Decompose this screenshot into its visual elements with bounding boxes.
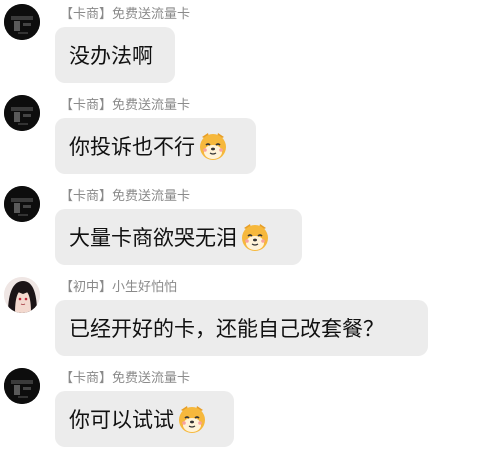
message-text: 你投诉也不行	[69, 135, 195, 159]
dog-face-emoji-icon	[197, 130, 229, 162]
sender-name: 【卡商】免费送流量卡	[60, 189, 191, 204]
chat-message: 【卡商】免费送流量卡 没办法啊	[0, 4, 499, 95]
dark-avatar-icon[interactable]	[4, 4, 40, 40]
dark-avatar-icon[interactable]	[4, 368, 40, 404]
sender-name: 【卡商】免费送流量卡	[60, 371, 191, 386]
message-text: 大量卡商欲哭无泪	[69, 226, 237, 250]
chat-message: 【卡商】免费送流量卡 大量卡商欲哭无泪	[0, 186, 499, 277]
message-text: 已经开好的卡，还能自己改套餐？	[69, 317, 384, 341]
dark-avatar-icon[interactable]	[4, 95, 40, 131]
message-bubble: 大量卡商欲哭无泪	[55, 209, 302, 265]
dog-face-emoji-icon	[239, 221, 271, 253]
chat-message: 【卡商】免费送流量卡 你可以试试	[0, 368, 499, 459]
chat-message: 【卡商】免费送流量卡 你投诉也不行	[0, 95, 499, 186]
message-text: 你可以试试	[69, 408, 174, 432]
message-bubble: 没办法啊	[55, 27, 175, 83]
sender-name: 【初中】小生好怕怕	[60, 280, 178, 295]
dark-avatar-icon[interactable]	[4, 186, 40, 222]
chat-message: 【初中】小生好怕怕 已经开好的卡，还能自己改套餐？	[0, 277, 499, 368]
message-bubble: 你投诉也不行	[55, 118, 256, 174]
anime-avatar-icon[interactable]	[4, 277, 40, 313]
chat-message-list: 【卡商】免费送流量卡 没办法啊 【卡商】免费送流量卡 你投诉也不行 【卡商】免费…	[0, 0, 499, 464]
dog-face-emoji-icon	[176, 403, 208, 435]
message-bubble: 已经开好的卡，还能自己改套餐？	[55, 300, 428, 356]
message-text: 没办法啊	[69, 44, 153, 68]
sender-name: 【卡商】免费送流量卡	[60, 98, 191, 113]
message-bubble: 你可以试试	[55, 391, 234, 447]
sender-name: 【卡商】免费送流量卡	[60, 7, 191, 22]
